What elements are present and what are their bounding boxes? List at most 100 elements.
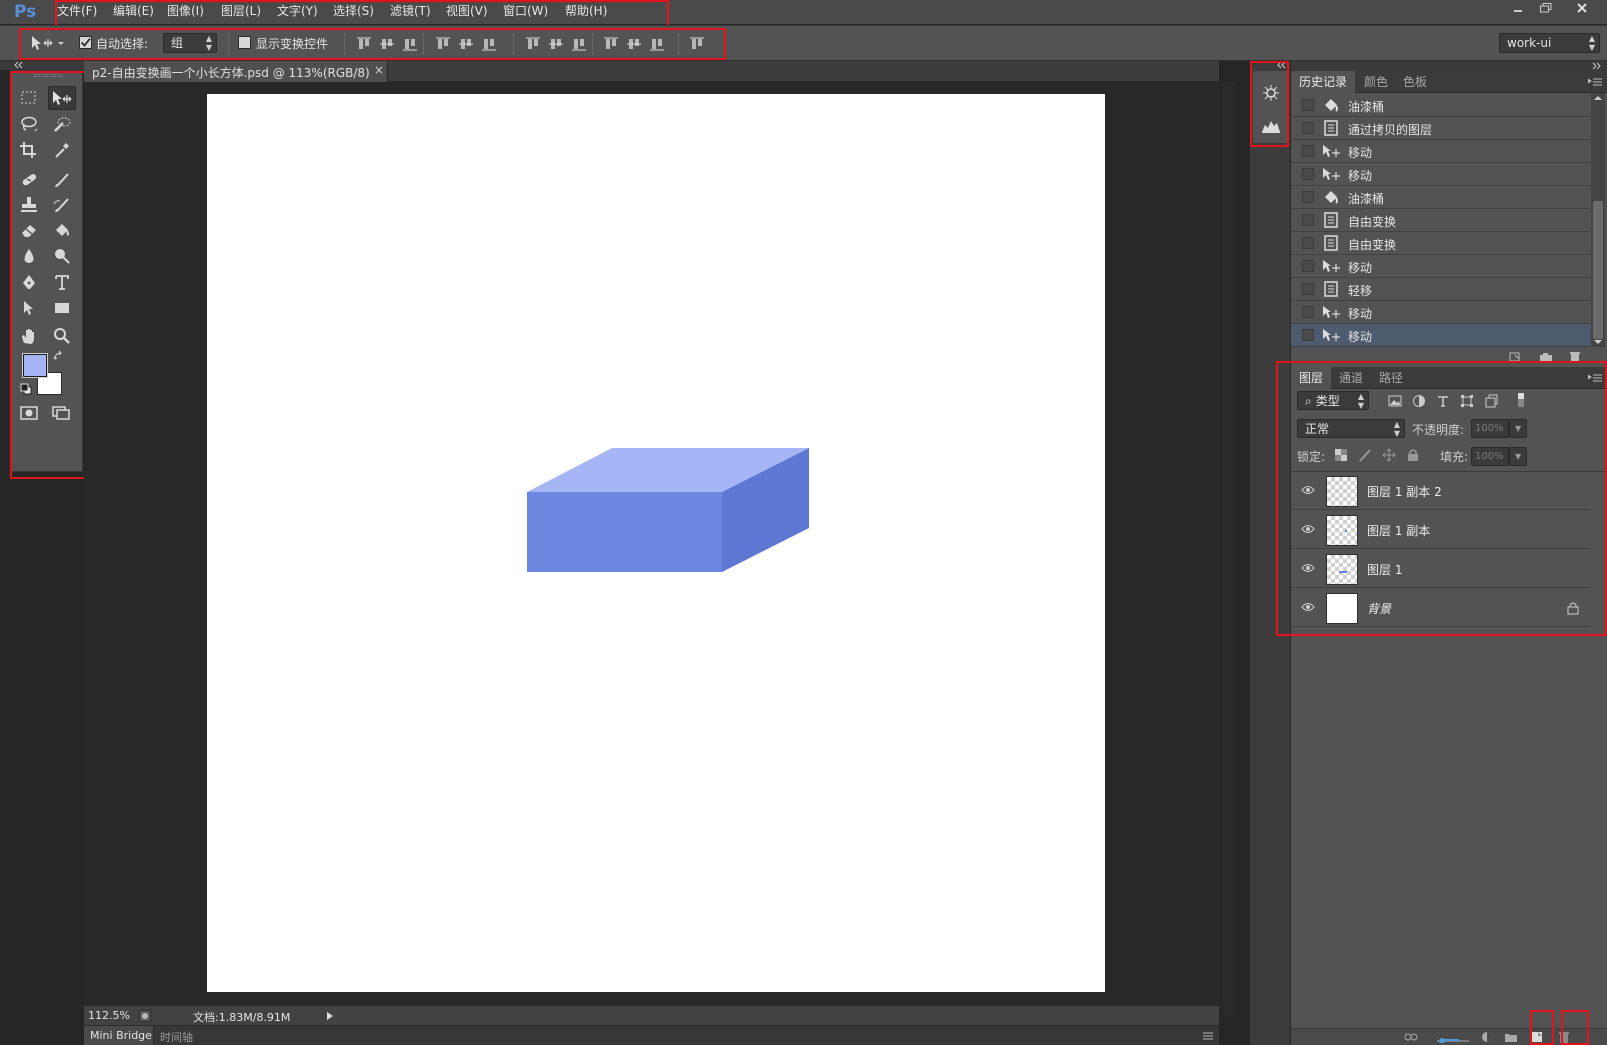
layer-thumbnail[interactable] (1326, 554, 1358, 585)
brush-tool[interactable] (48, 168, 76, 192)
layer-row[interactable]: 图层 1 副本 (1291, 511, 1591, 549)
auto-select-checkbox[interactable] (79, 36, 92, 49)
history-item[interactable]: 移动 (1291, 324, 1591, 347)
close-document-icon[interactable]: × (374, 63, 384, 77)
new-layer-button[interactable] (1529, 1030, 1545, 1044)
dodge-tool[interactable] (48, 244, 76, 268)
opacity-input[interactable]: 100% (1471, 419, 1509, 438)
link-layers-button[interactable] (1403, 1031, 1419, 1043)
history-source-checkbox[interactable] (1302, 214, 1314, 226)
layer-visibility-toggle[interactable] (1301, 562, 1315, 576)
document-canvas[interactable] (207, 94, 1105, 992)
history-item[interactable]: 移动 (1291, 301, 1591, 324)
restore-button[interactable] (1532, 0, 1560, 16)
tab-color[interactable]: 颜色 (1356, 71, 1396, 93)
lock-image-pixels-button[interactable] (1358, 448, 1372, 462)
swap-colors-button[interactable] (52, 349, 66, 361)
eraser-tool[interactable] (15, 218, 43, 242)
filter-toggle-button[interactable] (1515, 391, 1527, 409)
distribute-bottom-edges-button[interactable] (570, 35, 588, 53)
layer-name[interactable]: 图层 1 (1367, 561, 1402, 578)
lock-all-button[interactable] (1406, 448, 1420, 462)
history-item[interactable]: 自由变换 (1291, 209, 1591, 232)
opacity-slider-button[interactable]: ▼ (1509, 419, 1527, 438)
history-source-checkbox[interactable] (1302, 122, 1314, 134)
align-top-edges-button[interactable] (355, 35, 373, 53)
rectangle-tool[interactable] (48, 296, 76, 320)
history-source-checkbox[interactable] (1302, 168, 1314, 180)
lock-transparent-pixels-button[interactable] (1334, 448, 1348, 462)
align-left-edges-button[interactable] (434, 35, 452, 53)
zoom-level[interactable]: 112.5% (88, 1009, 130, 1022)
filter-shape-layers-button[interactable] (1459, 393, 1475, 409)
tab-swatches[interactable]: 色板 (1395, 71, 1435, 93)
pen-tool[interactable] (15, 270, 43, 294)
fill-slider-button[interactable]: ▼ (1509, 447, 1527, 466)
filter-smart-objects-button[interactable] (1483, 393, 1499, 409)
layer-row[interactable]: 背景 (1291, 589, 1591, 627)
status-info-button[interactable] (138, 1009, 152, 1023)
tab-paths[interactable]: 路径 (1371, 367, 1411, 389)
tool-preset-picker[interactable] (28, 33, 66, 53)
tab-timeline[interactable]: 时间轴 (154, 1026, 204, 1045)
status-menu-arrow[interactable] (324, 1009, 336, 1023)
rectangular-marquee-tool[interactable] (15, 86, 43, 110)
histogram-panel-button[interactable] (1259, 113, 1283, 137)
paint-bucket-tool[interactable] (48, 218, 76, 242)
align-right-edges-button[interactable] (480, 35, 498, 53)
distribute-horizontal-centers-button[interactable] (625, 35, 643, 53)
path-selection-tool[interactable] (15, 296, 43, 320)
history-scrollbar[interactable] (1591, 93, 1605, 347)
tab-channels[interactable]: 通道 (1331, 367, 1371, 389)
menu-file[interactable]: 文件(F) (57, 0, 97, 24)
menu-image[interactable]: 图像(I) (167, 0, 204, 24)
add-mask-button[interactable] (1479, 1030, 1495, 1044)
menu-layer[interactable]: 图层(L) (221, 0, 261, 24)
menu-view[interactable]: 视图(V) (446, 0, 488, 24)
layer-thumbnail[interactable] (1326, 593, 1358, 624)
quick-mask-button[interactable] (15, 401, 43, 425)
default-colors-button[interactable] (20, 383, 32, 395)
tab-layers[interactable]: 图层 (1291, 367, 1332, 389)
history-item[interactable]: 油漆桶 (1291, 94, 1591, 117)
layer-name[interactable]: 图层 1 副本 2 (1367, 483, 1442, 500)
history-item[interactable]: 移动 (1291, 255, 1591, 278)
auto-select-target-dropdown[interactable]: 组 ▲ ▼ (163, 33, 217, 53)
tab-mini-bridge[interactable]: Mini Bridge (84, 1026, 154, 1045)
toolbox-grip[interactable] (34, 74, 62, 77)
foreground-color-swatch[interactable] (22, 353, 48, 378)
history-source-checkbox[interactable] (1302, 145, 1314, 157)
distribute-right-edges-button[interactable] (648, 35, 666, 53)
history-item[interactable]: 移动 (1291, 163, 1591, 186)
show-transform-checkbox[interactable] (238, 36, 251, 49)
clone-stamp-tool[interactable] (15, 193, 43, 217)
brush-presets-panel-button[interactable] (1259, 81, 1283, 105)
bottom-panel-menu[interactable] (1201, 1030, 1215, 1042)
crop-tool[interactable] (15, 138, 43, 162)
blur-tool[interactable] (15, 244, 43, 268)
layer-visibility-toggle[interactable] (1301, 484, 1315, 498)
minimize-button[interactable] (1504, 0, 1532, 16)
close-window-button[interactable] (1568, 0, 1596, 16)
filter-adjustment-layers-button[interactable] (1411, 393, 1427, 409)
history-item[interactable]: 轻移 (1291, 278, 1591, 301)
lock-position-button[interactable] (1382, 448, 1396, 462)
distribute-left-edges-button[interactable] (602, 35, 620, 53)
history-brush-tool[interactable] (48, 193, 76, 217)
filter-pixel-layers-button[interactable] (1387, 393, 1403, 409)
history-source-checkbox[interactable] (1302, 237, 1314, 249)
menu-window[interactable]: 窗口(W) (503, 0, 548, 24)
lasso-tool[interactable] (15, 112, 43, 136)
filter-type-layers-button[interactable] (1435, 393, 1451, 409)
delete-layer-button[interactable] (1556, 1030, 1572, 1044)
fill-input[interactable]: 100% (1471, 447, 1509, 466)
layers-panel-menu[interactable] (1587, 372, 1603, 384)
auto-align-layers-button[interactable] (688, 35, 706, 53)
menu-type[interactable]: 文字(Y) (277, 0, 318, 24)
layer-visibility-toggle[interactable] (1301, 523, 1315, 537)
screen-mode-button[interactable] (48, 401, 76, 425)
quick-selection-tool[interactable] (48, 112, 76, 136)
align-horizontal-centers-button[interactable] (457, 35, 475, 53)
layer-thumbnail[interactable] (1326, 476, 1358, 507)
history-item[interactable]: 通过拷贝的图层 (1291, 117, 1591, 140)
